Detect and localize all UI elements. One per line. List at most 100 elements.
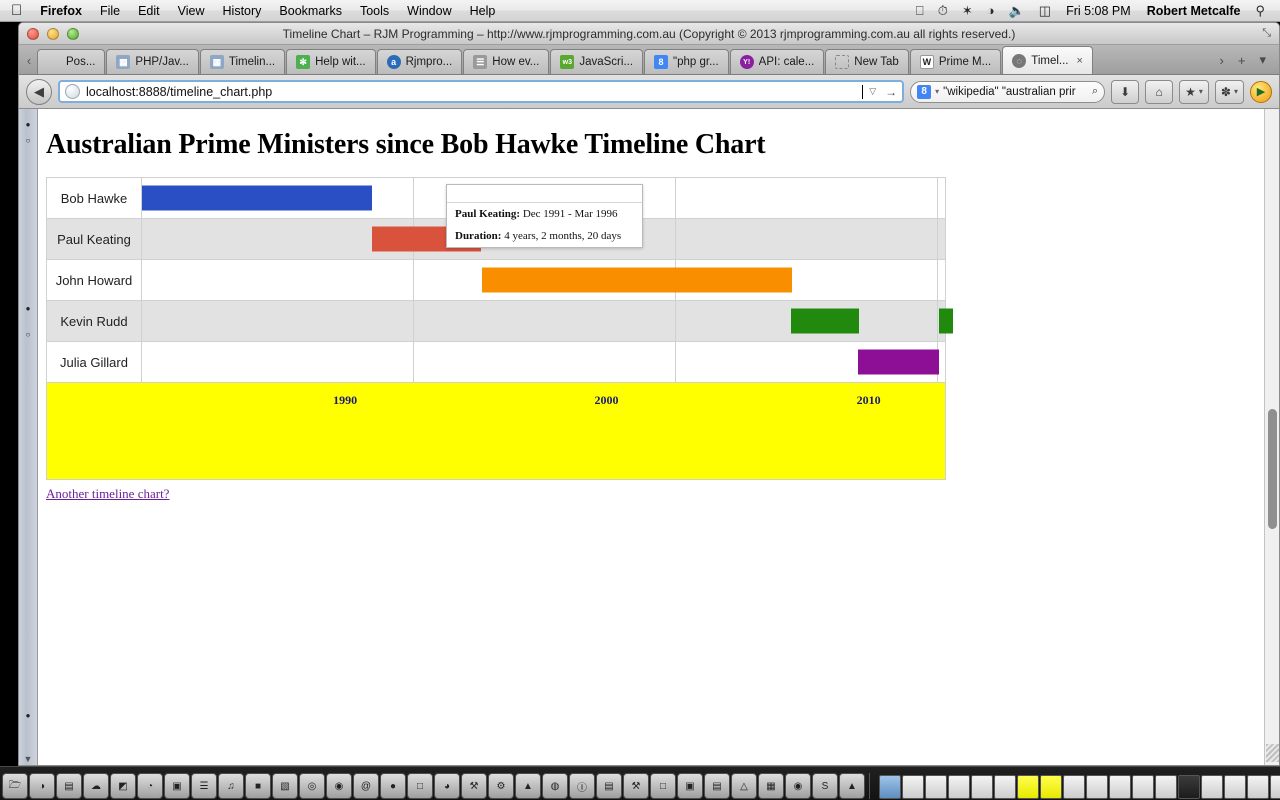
bluetooth-icon[interactable]: ✶ [955,3,980,19]
dock-icon-acrobat[interactable]: ▲ [839,773,865,799]
dock-minimized-window[interactable] [925,775,947,799]
dock-icon-opera-next[interactable]: Ⓘ [569,773,595,799]
dock-minimized-window[interactable] [1086,775,1108,799]
dock-minimized-window[interactable] [1040,775,1062,799]
dock-minimized-window[interactable] [971,775,993,799]
dock-minimized-window[interactable] [994,775,1016,799]
dock-minimized-window[interactable] [1247,775,1269,799]
go-arrow-icon[interactable]: → [882,85,897,99]
browser-tab-prime-m[interactable]: W Prime M... [909,49,1002,74]
browser-tab-how-ev[interactable]: ☰ How ev... [463,49,550,74]
dock-icon-utilities[interactable]: ⚒ [623,773,649,799]
search-engine-caret-icon[interactable]: ▾ [935,87,939,96]
row-track-kevin-rudd[interactable] [141,300,954,342]
browser-tab-api-cale[interactable]: Y! API: cale... [729,49,825,74]
dock-icon-window-c[interactable]: ▤ [704,773,730,799]
menu-item-view[interactable]: View [169,4,214,18]
dock-icon-imageviewer[interactable]: ▲ [515,773,541,799]
dock-icon-skype[interactable]: S [812,773,838,799]
page-vertical-scrollbar[interactable] [1264,109,1279,765]
menu-item-help[interactable]: Help [461,4,505,18]
zoom-window-button[interactable] [67,27,79,40]
menu-item-bookmarks[interactable]: Bookmarks [270,4,351,18]
home-button[interactable]: ⌂ [1145,79,1174,104]
back-button[interactable]: ◀ [26,78,52,105]
dock-minimized-window[interactable] [1270,775,1280,799]
fullscreen-icon[interactable]: ⤡ [1262,27,1271,40]
battery-icon[interactable]: ◫ [1032,3,1058,19]
apple-logo-icon[interactable]:  [11,3,22,18]
dock-icon-firefox[interactable]: ◉ [326,773,352,799]
another-timeline-chart-link[interactable]: Another timeline chart? [46,486,169,502]
new-tab-button[interactable]: + [1231,53,1253,68]
dock-icon-terminal[interactable]: ▤ [596,773,622,799]
address-bar[interactable]: localhost:8888/timeline_chart.php ▽ → [58,80,905,103]
browser-tab-rjmpro[interactable]: a Rjmpro... [376,49,463,74]
dock-icon-opera[interactable]: ◕ [434,773,460,799]
dock-minimized-window[interactable] [879,775,901,799]
dock-icon-window-d[interactable]: △ [731,773,757,799]
menu-item-edit[interactable]: Edit [129,4,169,18]
dock-icon-iphoto[interactable]: ▧ [272,773,298,799]
bookmarks-button[interactable]: ★ ▾ [1179,79,1209,104]
browser-tab-timelin[interactable]: ▦ Timelin... [199,49,286,74]
downloads-button[interactable]: ⬇ [1111,79,1140,104]
dock-minimized-window[interactable] [948,775,970,799]
table-row[interactable]: Julia Gillard [46,341,946,383]
search-magnifier-icon[interactable]: ⌕ [1092,85,1098,98]
url-history-dropdown-icon[interactable]: ▽ [869,86,876,97]
scrollbar-thumb[interactable] [1268,409,1277,529]
menu-item-window[interactable]: Window [398,4,460,18]
browser-tab-timel-active[interactable]: ◌ Timel... × [1002,46,1093,74]
dock-minimized-window[interactable] [902,775,924,799]
bar-julia-gillard[interactable] [858,349,939,375]
dock-icon-textedit[interactable]: ⚒ [461,773,487,799]
scroll-down-arrow-icon[interactable]: ▼ [24,754,33,764]
browser-tab-php-jav[interactable]: ▦ PHP/Jav... [106,49,199,74]
play-addon-orb-icon[interactable]: ▶ [1250,80,1272,103]
browser-tab-new-tab[interactable]: New Tab [825,49,909,74]
dock-icon-safari[interactable]: ◔ [137,773,163,799]
search-bar[interactable]: 8 ▾ "wikipedia" "australian prir ⌕ [910,80,1106,103]
menu-item-tools[interactable]: Tools [351,4,398,18]
dock-minimized-window[interactable] [1178,775,1200,799]
dock-icon-xcode[interactable]: ◍ [542,773,568,799]
search-input-text[interactable]: "wikipedia" "australian prir [943,86,1088,98]
row-track-john-howard[interactable] [141,259,946,301]
tab-scroll-right-icon[interactable]: › [1213,53,1231,68]
bar-kevin-rudd-first[interactable] [790,308,860,334]
dock-icon-systempref[interactable]: ◎ [299,773,325,799]
resize-grip-icon[interactable] [1266,744,1279,762]
addon-button[interactable]: ✽ ▾ [1214,79,1244,104]
dock-minimized-window[interactable] [1017,775,1039,799]
dock-minimized-window[interactable] [1132,775,1154,799]
google-search-engine-icon[interactable]: 8 [917,84,932,99]
browser-tab-help-wit[interactable]: ✻ Help wit... [286,49,376,74]
tab-scroll-left-icon[interactable]: ‹ [21,46,37,74]
bar-kevin-rudd-second[interactable] [938,308,954,334]
dock-icon-seamonkey[interactable]: @ [353,773,379,799]
menu-user-name[interactable]: Robert Metcalfe [1139,4,1249,18]
dock-icon-window-b[interactable]: ▣ [677,773,703,799]
dock-icon-itunes[interactable]: ♫ [218,773,244,799]
dock-icon-window-a[interactable]: □ [650,773,676,799]
close-window-button[interactable] [27,27,39,40]
dock-minimized-window[interactable] [1224,775,1246,799]
dock-icon-facetime[interactable]: ▣ [164,773,190,799]
dock-minimized-window[interactable] [1155,775,1177,799]
dock-minimized-window[interactable] [1063,775,1085,799]
dock-icon-appstore[interactable]: ☁ [83,773,109,799]
table-row[interactable]: John Howard [46,259,946,301]
dock-icon-dashboard[interactable]: ◑ [29,773,55,799]
tab-close-icon[interactable]: × [1077,55,1083,67]
minimize-window-button[interactable] [47,27,59,40]
dock-icon-graphic[interactable]: ▦ [758,773,784,799]
list-all-tabs-icon[interactable]: ▾ [1252,52,1273,68]
dock-icon-contacts[interactable]: ☰ [191,773,217,799]
dock-icon-gimp[interactable]: ⚙ [488,773,514,799]
dock-icon-firefox-nightly[interactable]: ◉ [785,773,811,799]
table-row[interactable]: Kevin Rudd [46,300,954,342]
dropbox-icon[interactable]: ⎕ [909,3,931,19]
menu-item-firefox[interactable]: Firefox [31,4,91,18]
url-text[interactable]: localhost:8888/timeline_chart.php [86,85,856,99]
